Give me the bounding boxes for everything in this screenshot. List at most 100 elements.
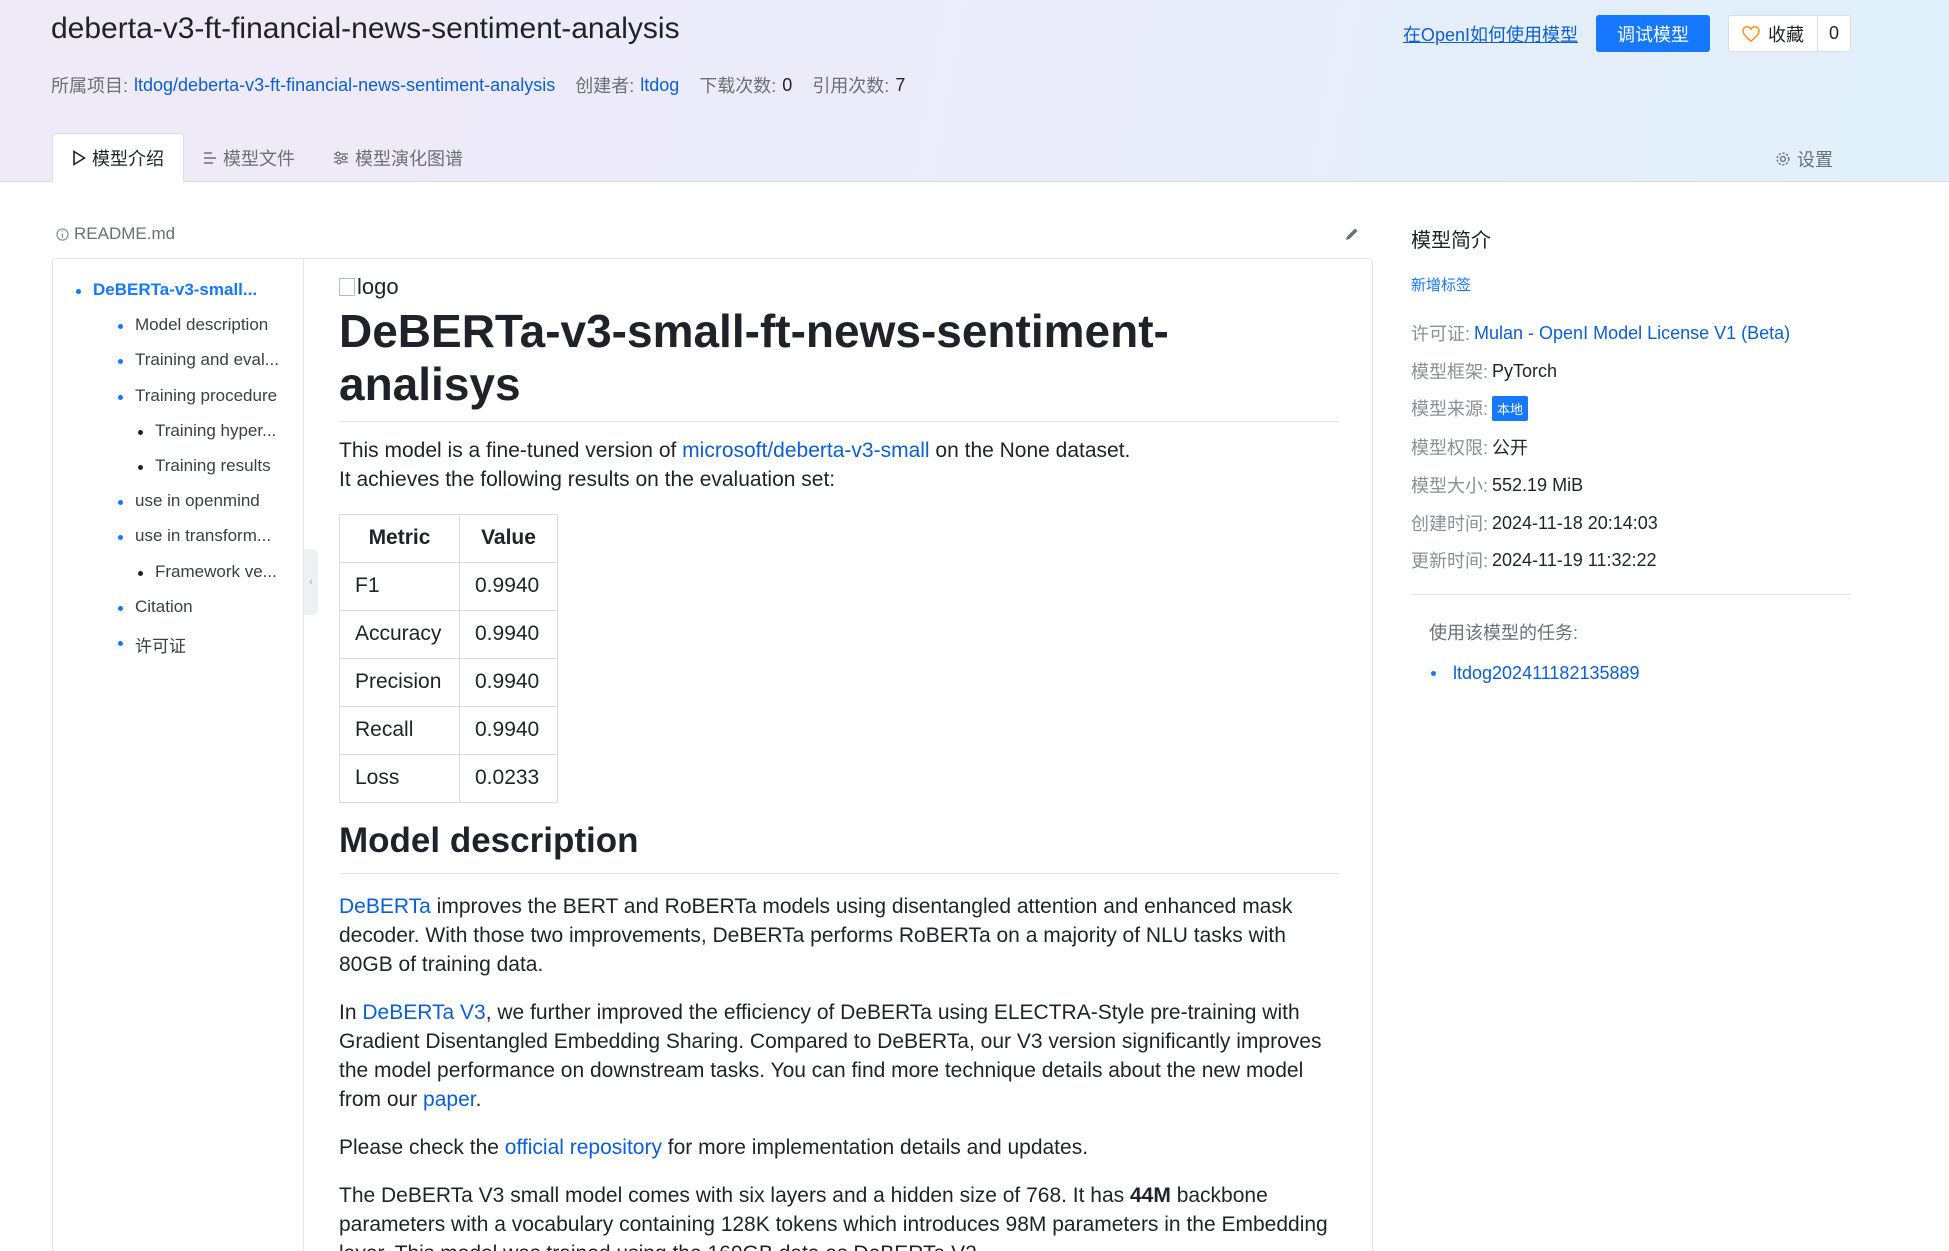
table-row: Accuracy 0.9940 [339,609,558,659]
table-row: F1 0.9940 [339,561,558,611]
readme-heading-1: DeBERTa-v3-small-ft-news-sentiment-anali… [339,305,1339,422]
info-icon [56,227,69,241]
logo-alt-text: logo [357,274,399,299]
size-label: 模型大小: [1411,476,1489,496]
metric-name: F1 [339,561,460,611]
tab-model-intro[interactable]: 模型介绍 [52,133,184,183]
settings-link[interactable]: 设置 [1775,146,1833,172]
metric-name: Accuracy [339,609,460,659]
toc-item[interactable]: Training and eval... [118,350,279,370]
metric-name: Loss [339,753,460,803]
how-to-use-link[interactable]: 在OpenI如何使用模型 [1403,21,1578,47]
settings-label: 设置 [1797,150,1833,170]
header-actions: 在OpenI如何使用模型 调试模型 收藏 0 [1403,15,1851,52]
table-row: Loss 0.0233 [339,753,558,803]
gear-icon [1775,151,1791,167]
permission-label: 模型权限: [1411,438,1489,458]
project-label: 所属项目: [51,76,129,96]
downloads-value: 0 [782,74,793,95]
readme-panel: DeBERTa-v3-small... Model description Trai… [52,258,1373,1251]
toc-item[interactable]: Citation [118,597,193,617]
intro-line-2: It achieves the following results on the… [339,467,836,491]
bold-text: 44M [1130,1183,1171,1207]
created-row: 创建时间: 2024-11-18 20:14:03 [1411,510,1658,536]
size-value: 552.19 MiB [1492,474,1584,495]
license-label: 许可证: [1411,324,1471,344]
readme-heading-2: Model description [339,821,1339,874]
intro-text-end: on the None dataset. [929,438,1131,462]
toc-item[interactable]: 许可证 [118,632,186,657]
debug-model-button[interactable]: 调试模型 [1595,15,1710,52]
readme-content: logo DeBERTa-v3-small-ft-news-sentiment-… [339,274,1339,1251]
tab-model-files[interactable]: 模型文件 [184,133,314,183]
toc-item[interactable]: Framework ve... [138,562,277,582]
broken-image-icon [339,278,355,296]
model-header: deberta-v3-ft-financial-news-sentiment-a… [0,0,1949,183]
updated-label: 更新时间: [1411,551,1489,571]
task-link[interactable]: ltdog202411182135889 [1431,663,1640,684]
tab-label: 模型演化图谱 [355,149,463,169]
table-header: Metric [339,513,460,563]
description-paragraph-4: The DeBERTa V3 small model comes with si… [339,1181,1339,1251]
downloads-label: 下载次数: [699,76,777,96]
tab-model-evolution[interactable]: 模型演化图谱 [314,133,482,183]
toc-item[interactable]: DeBERTa-v3-small... [75,280,257,300]
paragraph-text: improves the BERT and RoBERTa models usi… [339,894,1293,976]
description-paragraph-3: Please check the official repository for… [339,1133,1339,1162]
model-tabs: 模型介绍 模型文件 模型演化图谱 [52,133,482,183]
toc-item[interactable]: Training procedure [117,386,277,406]
framework-row: 模型框架: PyTorch [1411,358,1557,384]
permission-value: 公开 [1492,438,1529,458]
deberta-v3-link[interactable]: DeBERTa V3 [362,1001,485,1024]
paragraph-text: . [475,1087,482,1111]
sidebar-title: 模型简介 [1411,230,1491,252]
official-repository-link[interactable]: official repository [505,1136,662,1159]
tab-label: 模型介绍 [92,149,164,169]
project-link[interactable]: ltdog/deberta-v3-ft-financial-news-senti… [134,75,555,96]
base-model-link[interactable]: microsoft/deberta-v3-small [682,439,929,462]
collapse-toc-handle[interactable]: ‹ [304,549,318,615]
evaluation-metrics-table: Metric Value F1 0.9940 Accuracy 0.9940 Pre… [339,513,558,803]
model-info-sidebar: 模型简介 新增标签 许可证: Mulan - OpenI Model Licen… [1411,224,1851,683]
citations-label: 引用次数: [812,76,890,96]
toc-item[interactable]: Model description [117,315,268,335]
paragraph-text: Please check the [339,1135,505,1159]
paragraph-text: In [339,1000,363,1024]
toc-item[interactable]: Training hyper... [137,421,276,441]
file-list-icon [203,151,217,165]
paragraph-text: , we further improved the efficiency of … [339,1000,1322,1111]
toc-item[interactable]: use in transform... [117,526,271,546]
favorite-label: 收藏 [1767,24,1804,45]
license-link[interactable]: Mulan - OpenI Model License V1 (Beta) [1474,323,1790,344]
source-badge: 本地 [1492,395,1529,421]
edit-pencil-icon[interactable] [1344,226,1360,247]
metric-value: 0.9940 [459,609,558,659]
page-title: deberta-v3-ft-financial-news-sentiment-a… [51,12,680,45]
paper-link[interactable]: paper [423,1088,476,1111]
created-value: 2024-11-18 20:14:03 [1492,512,1658,533]
metric-name: Recall [339,705,460,755]
creator-label: 创建者: [575,76,635,96]
deberta-link[interactable]: DeBERTa [339,895,431,918]
sliders-icon [333,151,349,165]
size-row: 模型大小: 552.19 MiB [1411,472,1583,498]
toc-item[interactable]: use in openmind [118,491,260,511]
readme-header: README.md [56,224,175,244]
intro-paragraph: This model is a fine-tuned version of mi… [339,436,1339,494]
tasks-section: 使用该模型的任务: ltdog202411182135889 [1411,594,1851,683]
favorite-button[interactable]: 收藏 [1729,16,1818,51]
favorite-control: 收藏 0 [1727,15,1851,52]
description-paragraph-1: DeBERTa improves the BERT and RoBERTa mo… [339,892,1339,979]
add-tag-link[interactable]: 新增标签 [1411,274,1471,295]
tab-label: 模型文件 [223,149,295,169]
metric-value: 0.9940 [459,561,558,611]
heart-icon [1742,25,1760,42]
intro-text: This model is a fine-tuned version of [339,438,683,462]
source-label: 模型来源: [1411,399,1489,419]
metric-value: 0.0233 [459,753,558,803]
creator-link[interactable]: ltdog [640,75,679,96]
created-label: 创建时间: [1411,514,1489,534]
framework-label: 模型框架: [1411,362,1489,382]
toc-item[interactable]: Training results [138,456,271,476]
table-header: Value [459,513,558,563]
